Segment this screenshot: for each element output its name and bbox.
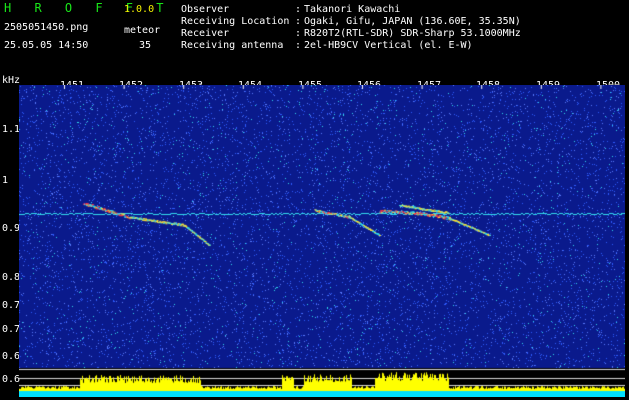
capture-filename: 2505051450.png: [4, 22, 89, 33]
capture-datetime: 25.05.05 14:50: [4, 40, 89, 51]
y-tick-label: 1: [2, 175, 9, 186]
info-colon: :: [295, 4, 302, 15]
y-tick-label: 0.9: [2, 223, 21, 234]
info-colon: :: [295, 28, 302, 39]
meteor-count: 35: [139, 40, 152, 51]
spectrogram: [19, 85, 625, 397]
info-colon: :: [295, 40, 302, 51]
hrofft-window: H R O F F T 1.0.0 2505051450.png meteor …: [0, 0, 629, 400]
info-key-location: Receiving Location: [181, 16, 290, 27]
info-key-receiver: Receiver: [181, 28, 230, 39]
info-key-antenna: Receiving antenna: [181, 40, 284, 51]
info-value-antenna: 2el-HB9CV Vertical (el. E-W): [304, 40, 473, 51]
y-tick-label: 0.6: [2, 374, 21, 385]
y-axis-unit: kHz: [2, 75, 21, 86]
y-tick-label: 0.7: [2, 324, 21, 335]
info-value-receiver: R820T2(RTL-SDR) SDR-Sharp 53.1000MHz: [304, 28, 521, 39]
info-key-observer: Observer: [181, 4, 230, 15]
info-colon: :: [295, 16, 302, 27]
info-value-observer: Takanori Kawachi: [304, 4, 401, 15]
info-value-location: Ogaki, Gifu, JAPAN (136.60E, 35.35N): [304, 16, 521, 27]
app-version: 1.0.0: [124, 4, 155, 15]
y-tick-label: 1.1: [2, 124, 21, 135]
y-tick-label: 0.8: [2, 272, 21, 283]
meteor-label: meteor: [124, 25, 161, 36]
